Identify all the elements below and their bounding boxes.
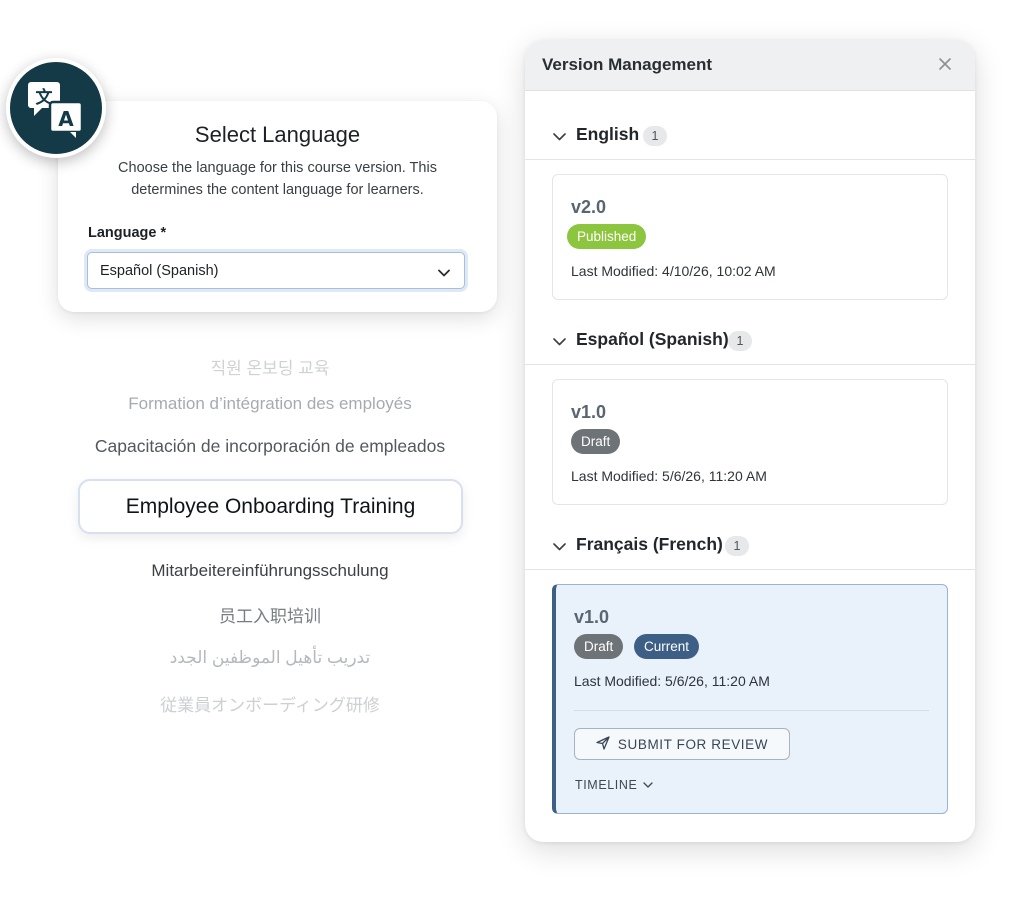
timeline-toggle[interactable]: TIMELINE <box>575 778 654 792</box>
paper-plane-icon <box>596 735 610 753</box>
card-divider <box>574 710 929 711</box>
close-icon[interactable] <box>937 56 953 72</box>
translation-french: Formation d’intégration des employés <box>128 394 412 413</box>
chevron-down-icon[interactable] <box>553 128 566 146</box>
chevron-down-icon[interactable] <box>553 538 566 556</box>
panel-title: Version Management <box>542 55 713 74</box>
group-divider <box>525 159 975 160</box>
group-header-english[interactable]: English 1 <box>525 114 975 154</box>
group-name: Français (French) <box>576 534 723 554</box>
group-divider <box>525 569 975 570</box>
chevron-down-icon <box>643 778 654 792</box>
translate-icon: 文 A <box>6 58 106 158</box>
translation-arabic: تدريب تأهيل الموظفين الجدد <box>169 648 371 667</box>
dialog-description: Choose the language for this course vers… <box>118 160 437 198</box>
status-badge-current: Current <box>634 634 700 659</box>
group-header-spanish[interactable]: Español (Spanish) 1 <box>525 319 975 359</box>
status-badge-draft: Draft <box>574 634 624 659</box>
version-card-english[interactable]: v2.0 Published Last Modified: 4/10/26, 1… <box>552 174 948 300</box>
status-badge-published: Published <box>567 224 647 249</box>
group-divider <box>525 364 975 365</box>
group-count-badge: 1 <box>728 331 752 351</box>
last-modified: Last Modified: 5/6/26, 11:20 AM <box>574 673 770 689</box>
translation-spanish: Capacitación de incorporación de emplead… <box>94 436 446 456</box>
language-select[interactable]: Español (Spanish) <box>87 252 465 289</box>
chevron-down-icon <box>438 265 450 281</box>
language-select-value: Español (Spanish) <box>100 262 219 279</box>
group-count-badge: 1 <box>725 536 749 556</box>
submit-for-review-button[interactable]: SUBMIT FOR REVIEW <box>574 728 790 760</box>
version-card-french-current[interactable]: v1.0 Draft Current Last Modified: 5/6/26… <box>552 584 948 814</box>
translation-english-highlight: Employee Onboarding Training <box>78 479 463 534</box>
panel-header: Version Management <box>525 40 975 91</box>
dialog-title: Select Language <box>194 122 361 147</box>
version-number: v1.0 <box>574 607 610 627</box>
version-number: v1.0 <box>571 402 607 422</box>
group-count-badge: 1 <box>643 126 667 146</box>
svg-text:A: A <box>58 107 74 131</box>
version-management-panel: Version Management English 1 v2.0 Publis… <box>525 40 975 842</box>
last-modified: Last Modified: 4/10/26, 10:02 AM <box>571 263 776 279</box>
group-header-french[interactable]: Français (French) 1 <box>525 524 975 564</box>
version-number: v2.0 <box>571 197 607 217</box>
submit-for-review-label: SUBMIT FOR REVIEW <box>617 736 769 752</box>
group-name: Español (Spanish) <box>576 329 729 349</box>
group-name: English <box>576 124 640 144</box>
language-field-label: Language * <box>88 225 167 241</box>
timeline-label: TIMELINE <box>575 778 638 792</box>
translation-german: Mitarbeitereinführungsschulung <box>151 561 389 580</box>
select-language-dialog: Select Language Choose the language for … <box>58 101 497 312</box>
translation-korean: 직원 온보딩 교육 <box>210 359 330 378</box>
status-badge-draft: Draft <box>571 429 621 454</box>
last-modified: Last Modified: 5/6/26, 11:20 AM <box>571 468 767 484</box>
translation-chinese: 员工入职培训 <box>219 607 321 626</box>
version-card-spanish[interactable]: v1.0 Draft Last Modified: 5/6/26, 11:20 … <box>552 379 948 505</box>
translation-japanese: 従業員オンボーディング研修 <box>160 696 380 715</box>
chevron-down-icon[interactable] <box>553 333 566 351</box>
